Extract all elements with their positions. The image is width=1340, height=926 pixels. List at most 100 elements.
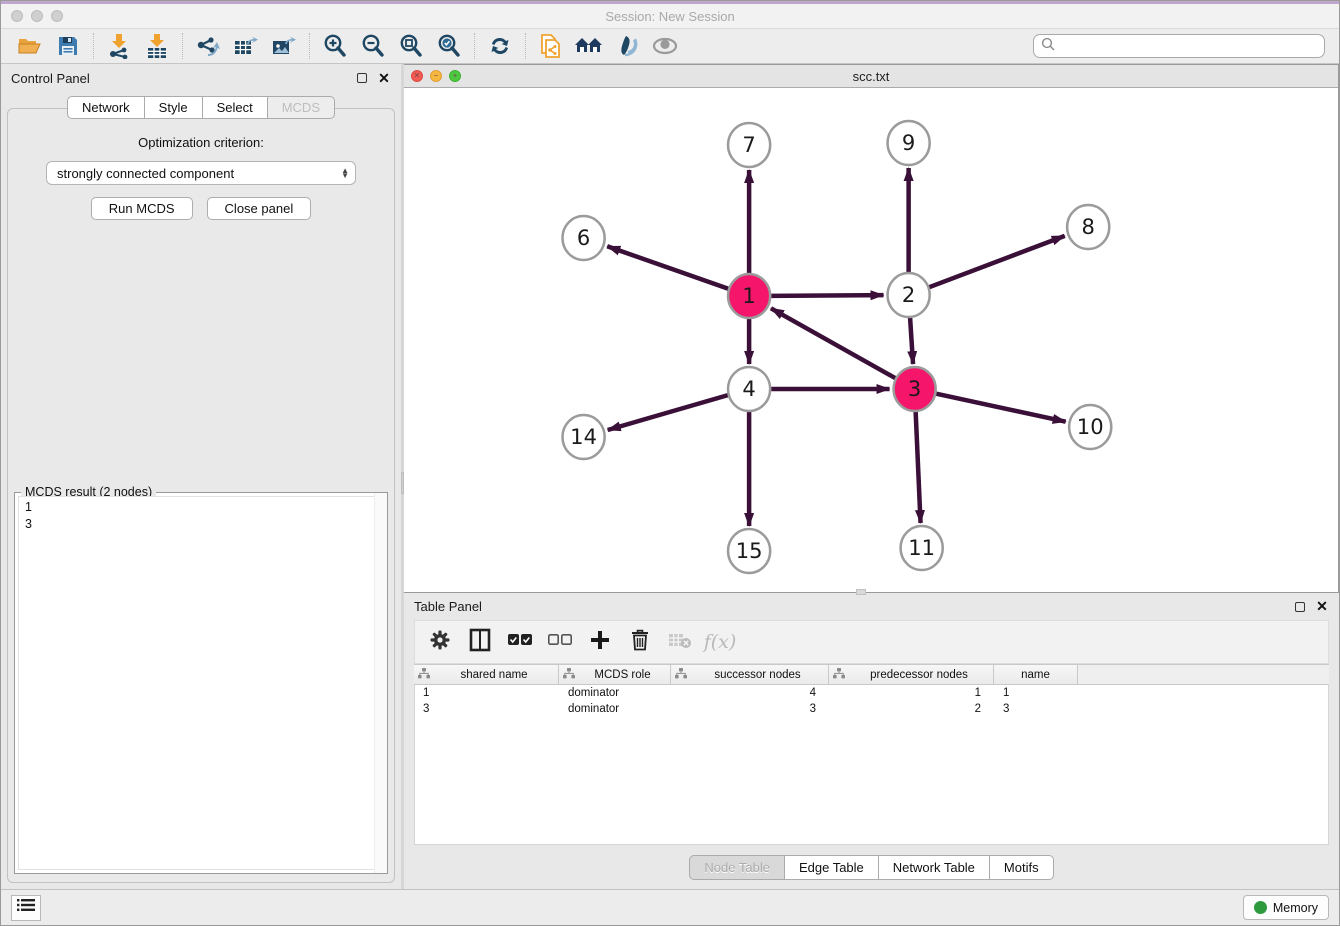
- tab-network-table[interactable]: Network Table: [879, 855, 990, 880]
- vertical-splitter-handle[interactable]: [401, 472, 404, 494]
- graph-node-14[interactable]: 14: [563, 415, 605, 459]
- column-header-MCDS-role[interactable]: MCDS role: [559, 665, 671, 685]
- criterion-select[interactable]: strongly connected component ▲▼: [46, 161, 356, 185]
- svg-text:3: 3: [908, 376, 921, 401]
- export-table-button[interactable]: [227, 31, 265, 61]
- table-cell[interactable]: 4: [672, 685, 830, 701]
- graph-node-2[interactable]: 2: [888, 273, 930, 317]
- zoom-fit-button[interactable]: [392, 31, 430, 61]
- graph-node-15[interactable]: 15: [728, 529, 770, 573]
- table-cell[interactable]: 3: [995, 701, 1079, 717]
- network-graph-canvas[interactable]: 7 9 6 8 1 2 4 3 14 10 15 11: [404, 88, 1338, 592]
- table-cell[interactable]: 1: [415, 685, 560, 701]
- column-header-predecessor-nodes[interactable]: predecessor nodes: [829, 665, 994, 685]
- function-builder-button[interactable]: f(x): [705, 627, 735, 657]
- delete-rows-button[interactable]: [625, 627, 655, 657]
- delete-column-icon: [668, 631, 692, 654]
- svg-text:2: 2: [902, 282, 915, 307]
- home-networks-button[interactable]: [570, 31, 608, 61]
- table-cell[interactable]: 3: [415, 701, 560, 717]
- result-scrollbar[interactable]: [374, 493, 387, 873]
- memory-button[interactable]: Memory: [1243, 895, 1329, 920]
- table-cell[interactable]: 1: [830, 685, 995, 701]
- export-image-button[interactable]: [265, 31, 303, 61]
- close-panel-action-button[interactable]: Close panel: [207, 197, 312, 220]
- table-row[interactable]: 3dominator323: [415, 701, 1328, 717]
- table-close-button[interactable]: ✕: [1315, 600, 1329, 614]
- table-cell[interactable]: 2: [830, 701, 995, 717]
- table-cell[interactable]: dominator: [560, 701, 672, 717]
- column-header-shared-name[interactable]: shared name: [414, 665, 559, 685]
- import-table-button[interactable]: [138, 31, 176, 61]
- graph-node-1[interactable]: 1: [728, 274, 770, 318]
- column-header-successor-nodes[interactable]: successor nodes: [671, 665, 829, 685]
- export-network-button[interactable]: [189, 31, 227, 61]
- unselect-all-button[interactable]: [545, 627, 575, 657]
- open-session-button[interactable]: [11, 31, 49, 61]
- graph-edge-2-3[interactable]: [910, 317, 913, 364]
- table-cell[interactable]: 3: [672, 701, 830, 717]
- graph-node-9[interactable]: 9: [888, 121, 930, 165]
- graph-edge-2-8[interactable]: [929, 236, 1064, 287]
- graph-edge-3-10[interactable]: [936, 394, 1065, 422]
- tab-style[interactable]: Style: [145, 96, 203, 119]
- zoom-selected-button[interactable]: [430, 31, 468, 61]
- zoom-in-button[interactable]: [316, 31, 354, 61]
- search-box[interactable]: [1033, 34, 1325, 58]
- add-row-button[interactable]: [585, 627, 615, 657]
- hierarchy-icon: [833, 668, 845, 682]
- search-icon: [1040, 36, 1056, 57]
- import-network-button[interactable]: [100, 31, 138, 61]
- graph-edge-3-1[interactable]: [771, 308, 895, 378]
- hide-graphics-details-button[interactable]: [608, 31, 646, 61]
- svg-text:9: 9: [902, 130, 915, 155]
- column-header-name[interactable]: name: [994, 665, 1078, 685]
- horizontal-splitter-handle[interactable]: [856, 589, 866, 595]
- unchecked-boxes-icon: [547, 633, 573, 652]
- tab-select[interactable]: Select: [203, 96, 268, 119]
- select-all-button[interactable]: [505, 627, 535, 657]
- float-panel-button[interactable]: [355, 71, 369, 85]
- toolbar-separator: [525, 33, 526, 59]
- svg-text:7: 7: [742, 132, 755, 157]
- houses-icon: [574, 35, 604, 57]
- table-float-button[interactable]: [1293, 600, 1307, 614]
- table-cell[interactable]: dominator: [560, 685, 672, 701]
- tab-mcds[interactable]: MCDS: [268, 96, 335, 119]
- graph-node-8[interactable]: 8: [1067, 205, 1109, 249]
- table-row[interactable]: 1dominator411: [415, 685, 1328, 701]
- zoom-out-button[interactable]: [354, 31, 392, 61]
- tab-node-table[interactable]: Node Table: [689, 855, 785, 880]
- copy-network-button[interactable]: [532, 31, 570, 61]
- run-mcds-button[interactable]: Run MCDS: [91, 197, 193, 220]
- search-input[interactable]: [1056, 36, 1324, 56]
- table-settings-button[interactable]: [425, 627, 455, 657]
- graph-node-11[interactable]: 11: [901, 526, 943, 570]
- tab-edge-table[interactable]: Edge Table: [785, 855, 879, 880]
- save-session-button[interactable]: [49, 31, 87, 61]
- graph-node-6[interactable]: 6: [563, 216, 605, 260]
- graph-node-3[interactable]: 3: [894, 367, 936, 411]
- delete-column-button[interactable]: [665, 627, 695, 657]
- table-cell[interactable]: 1: [995, 685, 1079, 701]
- close-panel-button[interactable]: ✕: [377, 71, 391, 85]
- graph-node-7[interactable]: 7: [728, 123, 770, 167]
- graph-node-4[interactable]: 4: [728, 367, 770, 411]
- split-columns-button[interactable]: [465, 627, 495, 657]
- memory-label: Memory: [1273, 901, 1318, 915]
- svg-text:1: 1: [742, 283, 755, 308]
- graph-edge-1-2[interactable]: [771, 295, 883, 296]
- show-graphics-details-button[interactable]: [646, 31, 684, 61]
- list-icon: [17, 898, 35, 917]
- graph-edge-4-14[interactable]: [608, 395, 728, 430]
- tab-motifs[interactable]: Motifs: [990, 855, 1054, 880]
- tab-network[interactable]: Network: [67, 96, 145, 119]
- task-history-button[interactable]: [11, 895, 41, 921]
- graph-edge-1-6[interactable]: [607, 246, 728, 288]
- graph-edge-3-11[interactable]: [916, 411, 921, 523]
- mcds-result-text[interactable]: 1 3: [18, 496, 384, 870]
- refresh-layout-button[interactable]: [481, 31, 519, 61]
- graph-node-10[interactable]: 10: [1069, 405, 1111, 449]
- column-header-filler: [1078, 665, 1329, 685]
- svg-text:10: 10: [1077, 414, 1104, 439]
